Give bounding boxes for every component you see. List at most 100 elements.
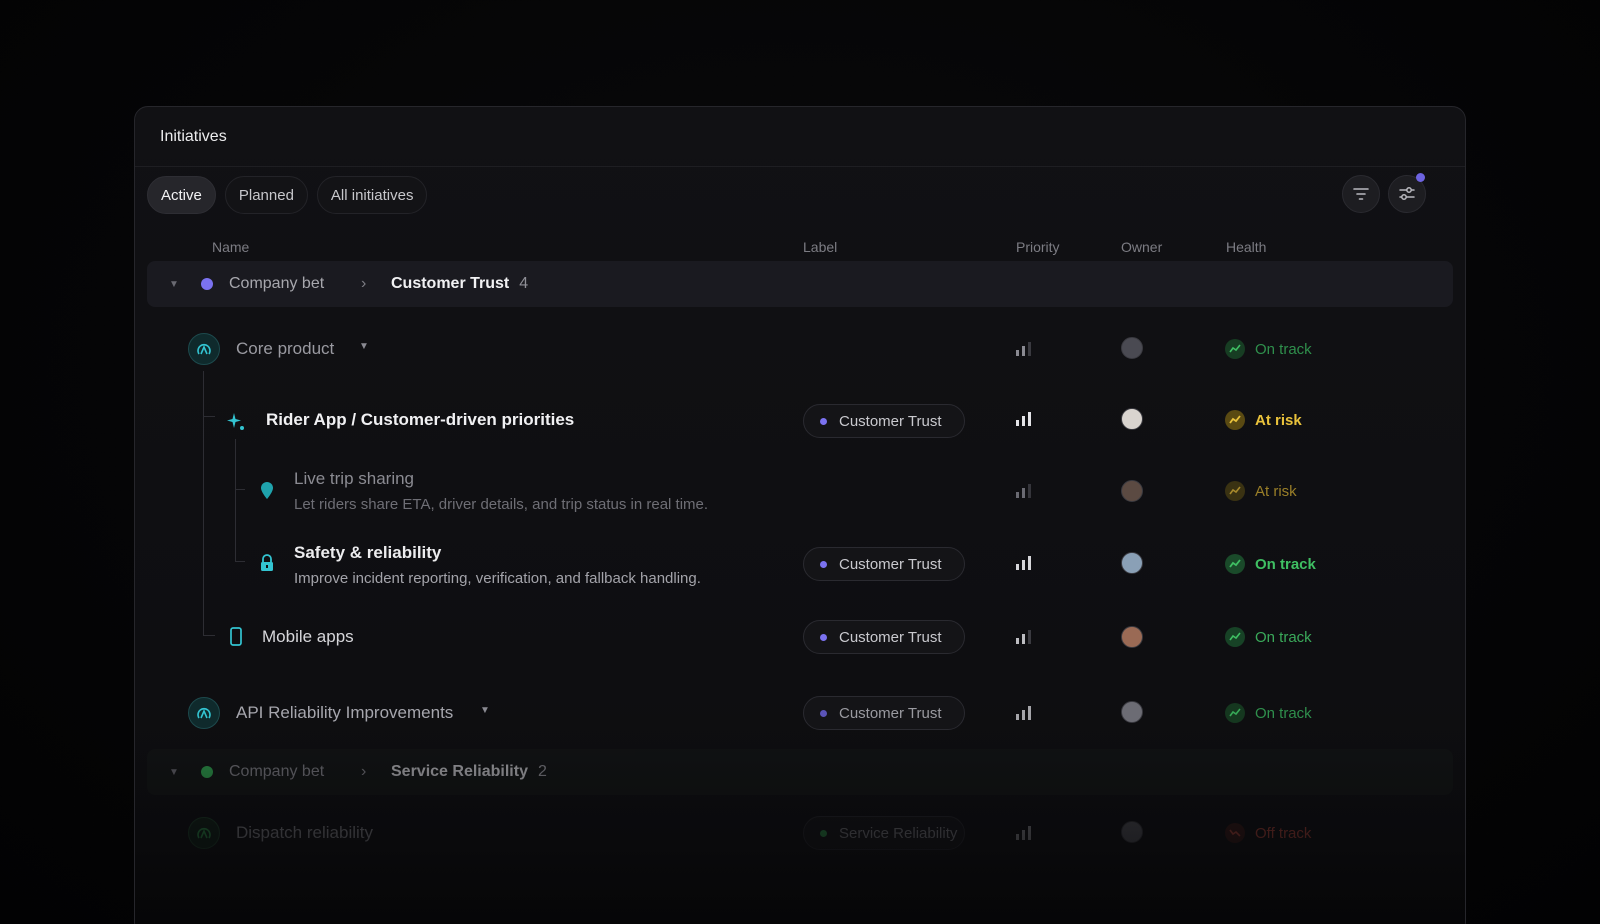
label-pill[interactable]: Customer Trust <box>803 620 965 654</box>
label-text: Customer Trust <box>839 412 942 430</box>
collapse-caret-icon[interactable]: ▼ <box>169 767 179 778</box>
avatar[interactable] <box>1121 408 1143 430</box>
priority-icon[interactable] <box>1015 825 1033 841</box>
priority-icon[interactable] <box>1015 411 1033 427</box>
label-dot <box>820 709 827 717</box>
avatar[interactable] <box>1121 626 1143 648</box>
label-pill[interactable]: Service Reliability <box>803 816 965 850</box>
health-status[interactable]: On track <box>1225 339 1312 359</box>
priority-icon[interactable] <box>1015 629 1033 645</box>
avatar[interactable] <box>1121 337 1143 359</box>
health-status[interactable]: On track <box>1225 703 1312 723</box>
trend-up-icon <box>1225 627 1245 647</box>
label-dot <box>820 560 827 568</box>
avatar[interactable] <box>1121 480 1143 502</box>
initiative-name: Core product <box>236 339 335 358</box>
notification-dot <box>1416 173 1425 182</box>
health-status[interactable]: On track <box>1225 554 1316 574</box>
label-dot <box>820 417 827 425</box>
collapse-caret-icon[interactable]: ▼ <box>169 279 179 290</box>
trend-up-icon <box>1225 703 1245 723</box>
panel-header: Initiatives <box>135 107 1465 167</box>
mobile-icon <box>230 627 242 646</box>
priority-icon[interactable] <box>1015 341 1033 357</box>
initiatives-panel: Initiatives Active Planned All initiativ… <box>134 106 1466 924</box>
list-item[interactable]: Live trip sharing Let riders share ETA, … <box>135 463 1465 517</box>
health-label: On track <box>1255 628 1312 646</box>
priority-icon[interactable] <box>1015 483 1033 499</box>
label-dot <box>820 633 827 641</box>
filter-icon <box>1353 188 1369 200</box>
health-status[interactable]: At risk <box>1225 410 1302 430</box>
group-kind: Company bet <box>229 763 325 780</box>
tab-planned[interactable]: Planned <box>224 176 308 214</box>
health-label: At risk <box>1255 411 1302 429</box>
health-status[interactable]: At risk <box>1225 481 1297 501</box>
column-header-label[interactable]: Label <box>803 239 837 255</box>
initiative-name: Live trip sharing <box>294 469 415 488</box>
priority-icon[interactable] <box>1015 555 1033 571</box>
chevron-down-icon[interactable]: ▼ <box>359 341 369 352</box>
display-options-button[interactable] <box>1388 173 1426 213</box>
priority-icon[interactable] <box>1015 705 1033 721</box>
group-name: Service Reliability 2 <box>391 763 547 781</box>
initiative-name: Rider App / Customer-driven priorities <box>266 410 575 429</box>
label-dot <box>820 829 827 837</box>
panel-title: Initiatives <box>160 127 227 145</box>
initiative-ring-icon <box>188 817 220 849</box>
group-row-customer-trust[interactable]: ▼ Company bet › Customer Trust 4 <box>147 261 1453 307</box>
chevron-right-icon: › <box>361 763 367 780</box>
health-status[interactable]: On track <box>1225 627 1312 647</box>
group-row-service-reliability[interactable]: ▼ Company bet › Service Reliability 2 <box>147 749 1453 795</box>
column-header-health[interactable]: Health <box>1226 239 1266 255</box>
group-count: 4 <box>519 275 529 292</box>
health-label: At risk <box>1255 482 1297 500</box>
chevron-right-icon: › <box>361 275 367 292</box>
chevron-down-icon[interactable]: ▼ <box>480 705 490 716</box>
label-pill[interactable]: Customer Trust <box>803 547 965 581</box>
avatar[interactable] <box>1121 821 1143 843</box>
view-tabs: Active Planned All initiatives <box>147 175 1453 215</box>
label-pill[interactable]: Customer Trust <box>803 404 965 438</box>
list-item[interactable]: Rider App / Customer-driven priorities C… <box>135 399 1465 443</box>
tab-active[interactable]: Active <box>147 176 216 214</box>
column-header-name[interactable]: Name <box>212 239 249 255</box>
group-name-text: Service Reliability <box>391 763 528 780</box>
initiative-description: Improve incident reporting, verification… <box>294 570 701 587</box>
list-item[interactable]: Core product ▼ On track <box>135 327 1465 371</box>
initiative-ring-icon <box>188 333 220 365</box>
list-item[interactable]: Mobile apps Customer Trust On track <box>135 617 1465 657</box>
label-pill[interactable]: Customer Trust <box>803 696 965 730</box>
list-item[interactable]: Safety & reliability Improve incident re… <box>135 537 1465 591</box>
group-kind: Company bet <box>229 275 325 292</box>
column-header-priority[interactable]: Priority <box>1016 239 1060 255</box>
health-label: On track <box>1255 340 1312 358</box>
list-item[interactable]: Dispatch reliability Service Reliability… <box>135 811 1465 855</box>
trend-down-icon <box>1225 823 1245 843</box>
sparkle-icon <box>227 413 244 430</box>
trend-up-icon <box>1225 339 1245 359</box>
list-item[interactable]: API Reliability Improvements ▼ Customer … <box>135 691 1465 735</box>
avatar[interactable] <box>1121 552 1143 574</box>
tab-all-initiatives[interactable]: All initiatives <box>316 176 428 214</box>
initiative-name: API Reliability Improvements <box>236 703 454 722</box>
group-color-dot <box>201 278 213 290</box>
group-name: Customer Trust 4 <box>391 275 528 293</box>
column-header-owner[interactable]: Owner <box>1121 239 1162 255</box>
group-name-text: Customer Trust <box>391 275 510 292</box>
health-label: On track <box>1255 555 1316 573</box>
group-color-dot <box>201 766 213 778</box>
filter-button[interactable] <box>1342 175 1380 213</box>
label-text: Service Reliability <box>839 824 958 842</box>
health-label: Off track <box>1255 824 1312 842</box>
trend-up-icon <box>1225 554 1245 574</box>
lock-icon <box>261 554 273 571</box>
initiative-ring-icon <box>188 697 220 729</box>
location-pin-icon <box>261 482 273 499</box>
initiative-name: Safety & reliability <box>294 543 442 562</box>
initiative-description: Let riders share ETA, driver details, an… <box>294 496 709 513</box>
health-label: On track <box>1255 704 1312 722</box>
avatar[interactable] <box>1121 701 1143 723</box>
health-status[interactable]: Off track <box>1225 823 1311 843</box>
trend-icon <box>1225 481 1245 501</box>
